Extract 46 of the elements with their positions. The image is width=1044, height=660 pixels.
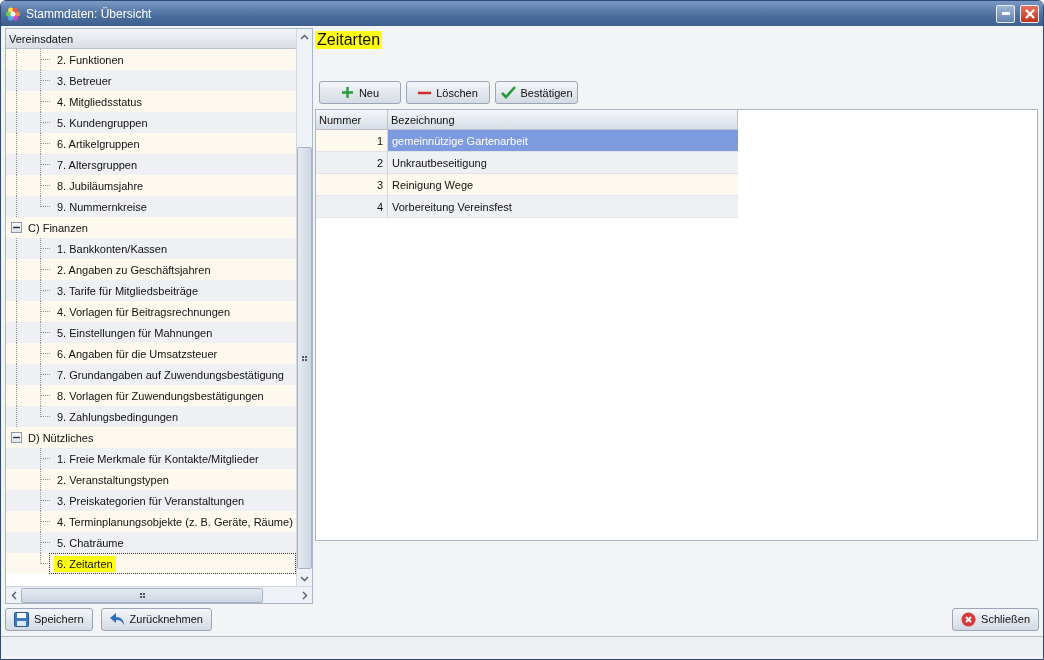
plus-icon xyxy=(340,86,354,99)
minus-icon xyxy=(13,434,20,441)
tree-group-label[interactable]: D) Nützliches xyxy=(28,431,94,444)
scrollbar-thumb[interactable] xyxy=(297,147,312,569)
confirm-button[interactable]: Bestätigen xyxy=(495,81,578,104)
close-button[interactable]: Schließen xyxy=(952,607,1039,631)
tree-item[interactable]: 6. Zeitarten xyxy=(54,555,116,572)
minus-icon xyxy=(418,90,432,95)
close-icon xyxy=(1024,8,1035,19)
close-button[interactable] xyxy=(1020,4,1039,23)
horizontal-scrollbar[interactable] xyxy=(6,586,312,603)
minimize-button[interactable] xyxy=(996,4,1015,23)
scrollbar-thumb[interactable] xyxy=(21,587,263,603)
table-cell[interactable]: Reinigung Wege xyxy=(388,174,738,196)
minimize-icon xyxy=(1001,12,1010,15)
scroll-right-icon xyxy=(301,590,308,600)
table-cell[interactable]: Unkrautbeseitigung xyxy=(388,152,738,174)
collapse-toggle[interactable] xyxy=(11,432,22,443)
scroll-up-icon xyxy=(300,33,309,40)
collapse-toggle[interactable] xyxy=(11,222,22,233)
scroll-down-icon xyxy=(300,575,309,582)
column-header[interactable]: Nummer xyxy=(316,110,388,130)
close-icon xyxy=(961,611,977,627)
add-button[interactable]: Neu xyxy=(319,81,401,104)
tree-header: Vereinsdaten xyxy=(6,29,296,49)
window-title: Stammdaten: Übersicht xyxy=(26,6,153,21)
grip-icon xyxy=(302,355,307,361)
section-title: Zeitarten xyxy=(315,31,383,49)
undo-button[interactable]: Zurücknehmen xyxy=(100,607,212,631)
tree-item[interactable]: 3. Betreuer xyxy=(54,72,115,89)
vertical-scrollbar[interactable] xyxy=(296,29,312,586)
table-cell: 3 xyxy=(316,174,388,196)
delete-button[interactable]: Löschen xyxy=(406,81,490,104)
scroll-left-icon xyxy=(10,590,17,600)
table-cell: 2 xyxy=(316,152,388,174)
table-cell: 4 xyxy=(316,196,388,218)
flower-logo-icon xyxy=(5,5,21,22)
checkmark-icon xyxy=(500,86,516,99)
column-header[interactable]: Bezeichnung xyxy=(388,110,738,130)
tree-group-label[interactable]: C) Finanzen xyxy=(28,221,88,234)
table-cell: 1 xyxy=(316,130,388,152)
grip-icon xyxy=(139,592,145,598)
table-cell[interactable]: Vorbereitung Vereinsfest xyxy=(388,196,738,218)
minus-icon xyxy=(13,224,20,231)
save-button[interactable]: Speichern xyxy=(5,607,93,631)
back-arrow-icon xyxy=(109,613,125,625)
